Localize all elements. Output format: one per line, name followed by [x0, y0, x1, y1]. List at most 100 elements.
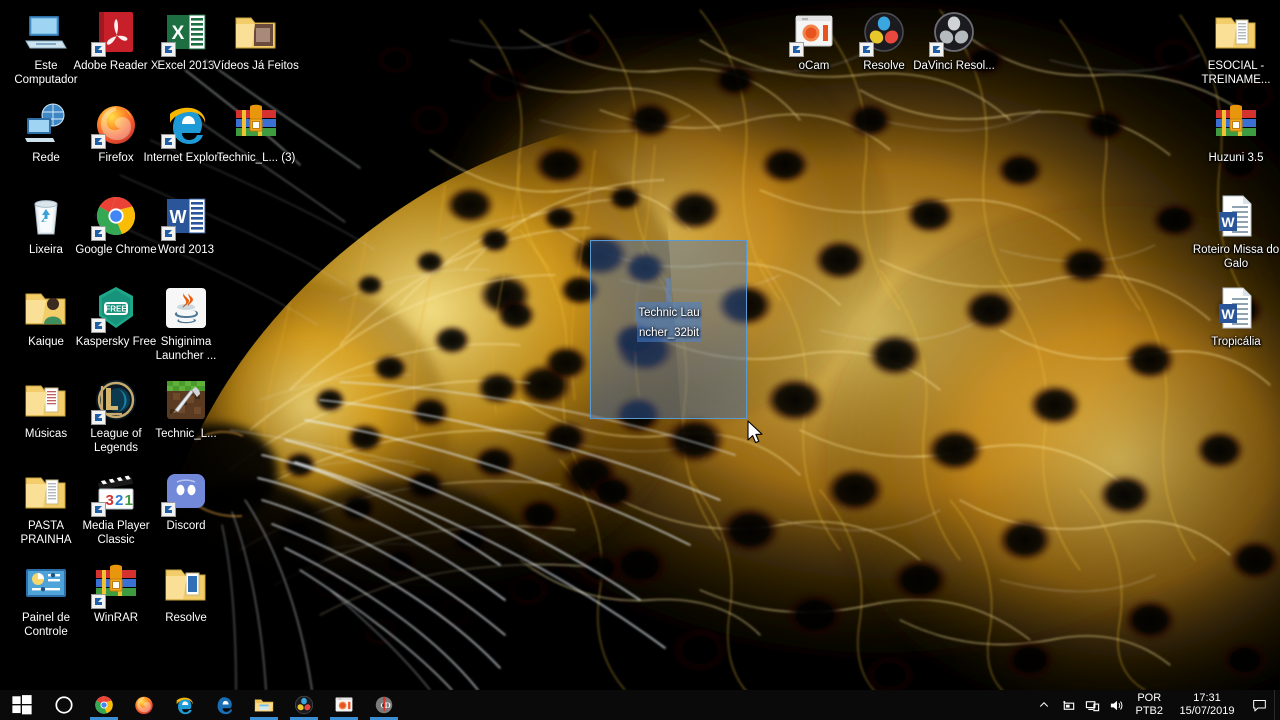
shortcut-overlay-icon [161, 226, 176, 241]
firefox-icon [91, 100, 140, 149]
excel-icon: X [161, 8, 210, 57]
taskbar-button-microsoft-edge[interactable] [204, 690, 244, 720]
recycle-bin-icon [22, 192, 70, 240]
svg-text:X: X [172, 23, 185, 44]
chrome-icon [93, 694, 115, 716]
taskbar-button-cdburnerxp[interactable]: CD [364, 690, 404, 720]
taskbar-button-internet-explorer[interactable] [164, 690, 204, 720]
shortcut-overlay-icon [929, 42, 944, 57]
kaspersky-tray-icon[interactable] [1056, 690, 1080, 720]
volume-tray-icon[interactable] [1104, 690, 1128, 720]
svg-text:FREE: FREE [105, 305, 127, 314]
svg-text:2: 2 [115, 492, 123, 509]
desktop-icon-label: Discord [166, 520, 206, 532]
desktop-icon-technic-launcher-32bit-selected[interactable]: Technic Lau ncher_32bit [630, 278, 712, 342]
desktop-icon-label: Technic_L... [155, 428, 217, 440]
shortcut-overlay-icon [789, 42, 804, 57]
word-icon: W [161, 192, 210, 241]
svg-text:3: 3 [106, 492, 114, 509]
lol-icon [91, 376, 140, 425]
desktop-icon-esocial-treiname[interactable]: ESOCIAL - TREINAME... [1192, 8, 1280, 87]
winrar-icon [91, 560, 140, 609]
language-line2: PTB2 [1135, 705, 1163, 717]
network-icon [22, 100, 70, 148]
taskbar-button-davinci-resolve[interactable] [284, 690, 324, 720]
folder-user-icon [22, 284, 70, 332]
taskbar-button-explorador-de-arquivos[interactable] [244, 690, 284, 720]
desktop-icon-huzuni-3-5[interactable]: Huzuni 3.5 [1192, 100, 1280, 166]
davinci-icon [293, 694, 315, 716]
davinci-icon [859, 8, 908, 57]
kaspersky-icon: FREE [91, 284, 140, 333]
language-indicator[interactable]: POR PTB2 [1128, 690, 1170, 720]
folder-doc-icon [22, 468, 70, 516]
shortcut-overlay-icon [91, 42, 106, 57]
taskbar[interactable]: CD POR PTB2 17:31 15/07/2019 [0, 690, 1280, 720]
shortcut-overlay-icon [161, 502, 176, 517]
desktop-icon-label: Resolve [165, 612, 207, 624]
taskbar-buttons-group: CD [0, 690, 404, 720]
mouse-cursor-arrow [746, 420, 766, 446]
svg-text:W: W [1221, 214, 1235, 230]
control-panel-icon [22, 560, 70, 608]
desktop-icon-tropicalia[interactable]: W Tropicália [1192, 284, 1280, 350]
desktop-icon-label: Shiginima Launcher ... [155, 336, 217, 362]
desktop-icon-label: Word 2013 [157, 244, 215, 256]
desktop-icon-videos-ja-feitos[interactable]: Vídeos Já Feitos [212, 8, 300, 74]
taskbar-button-iniciar[interactable] [0, 690, 44, 720]
cd-media-icon: CD [373, 694, 395, 716]
technic-icon [666, 278, 712, 337]
action-center-icon[interactable] [1244, 690, 1274, 720]
shortcut-overlay-icon [91, 318, 106, 333]
network-tray-icon[interactable] [1080, 690, 1104, 720]
clock-time: 17:31 [1193, 692, 1221, 704]
folder-doc-icon [1212, 8, 1260, 56]
desktop-icon-roteiro-missa-do-galo[interactable]: W Roteiro Missa do Galo [1192, 192, 1280, 271]
desktop-icon-technic-l-3[interactable]: Technic_L... (3) [212, 100, 300, 166]
desktop-icon-label: Huzuni 3.5 [1208, 152, 1264, 164]
show-desktop-button[interactable] [1274, 690, 1280, 720]
shortcut-overlay-icon [91, 410, 106, 425]
cortana-circle-icon [53, 694, 75, 716]
taskbar-button-cortana[interactable] [44, 690, 84, 720]
svg-text:1: 1 [125, 492, 133, 509]
desktop-icon-resolve[interactable]: Resolve [142, 560, 230, 626]
taskbar-button-google-chrome[interactable] [84, 690, 124, 720]
edge-icon [213, 694, 235, 716]
desktop-icon-shiginima-launcher[interactable]: Shiginima Launcher ... [142, 284, 230, 363]
desktop-icon-davinci-resol[interactable]: DaVinci Resol... [910, 8, 998, 74]
taskbar-button-ocam[interactable] [324, 690, 364, 720]
show-hidden-chevron-icon[interactable] [1032, 690, 1056, 720]
folder-music-icon [22, 376, 70, 424]
winrar-icon [1212, 100, 1260, 148]
shortcut-overlay-icon [161, 134, 176, 149]
word-doc-icon: W [1212, 192, 1260, 240]
clock-date: 15/07/2019 [1179, 705, 1235, 717]
davinci-grey-icon [929, 8, 978, 57]
selected-icon-label-line2: ncher_32bit [638, 327, 700, 339]
folder-video-icon [232, 8, 280, 56]
this-pc-icon [22, 8, 70, 56]
desktop-icon-word-2013[interactable]: W Word 2013 [142, 192, 230, 258]
taskbar-clock[interactable]: 17:31 15/07/2019 [1170, 690, 1244, 720]
desktop-icon-label: Technic_L... (3) [216, 152, 296, 164]
mpc-icon: 321 [91, 468, 140, 517]
desktop-icon-technic-l[interactable]: Technic_L... [142, 376, 230, 442]
technic-icon [162, 376, 210, 424]
ocam-icon [789, 8, 838, 57]
shortcut-overlay-icon [91, 594, 106, 609]
language-line1: POR [1137, 692, 1162, 704]
chrome-icon [91, 192, 140, 241]
svg-text:W: W [170, 207, 187, 227]
svg-text:D: D [384, 700, 390, 710]
shortcut-overlay-icon [859, 42, 874, 57]
windows-start-icon [11, 694, 33, 716]
winrar-icon [232, 100, 280, 148]
selected-icon-label-line1: Technic Lau [638, 307, 700, 319]
ie-icon [173, 694, 195, 716]
desktop-icon-discord[interactable]: Discord [142, 468, 230, 534]
desktop-icon-label: ESOCIAL - TREINAME... [1201, 60, 1271, 86]
ie-icon [161, 100, 210, 149]
taskbar-button-firefox[interactable] [124, 690, 164, 720]
system-tray: POR PTB2 17:31 15/07/2019 [1032, 690, 1280, 720]
